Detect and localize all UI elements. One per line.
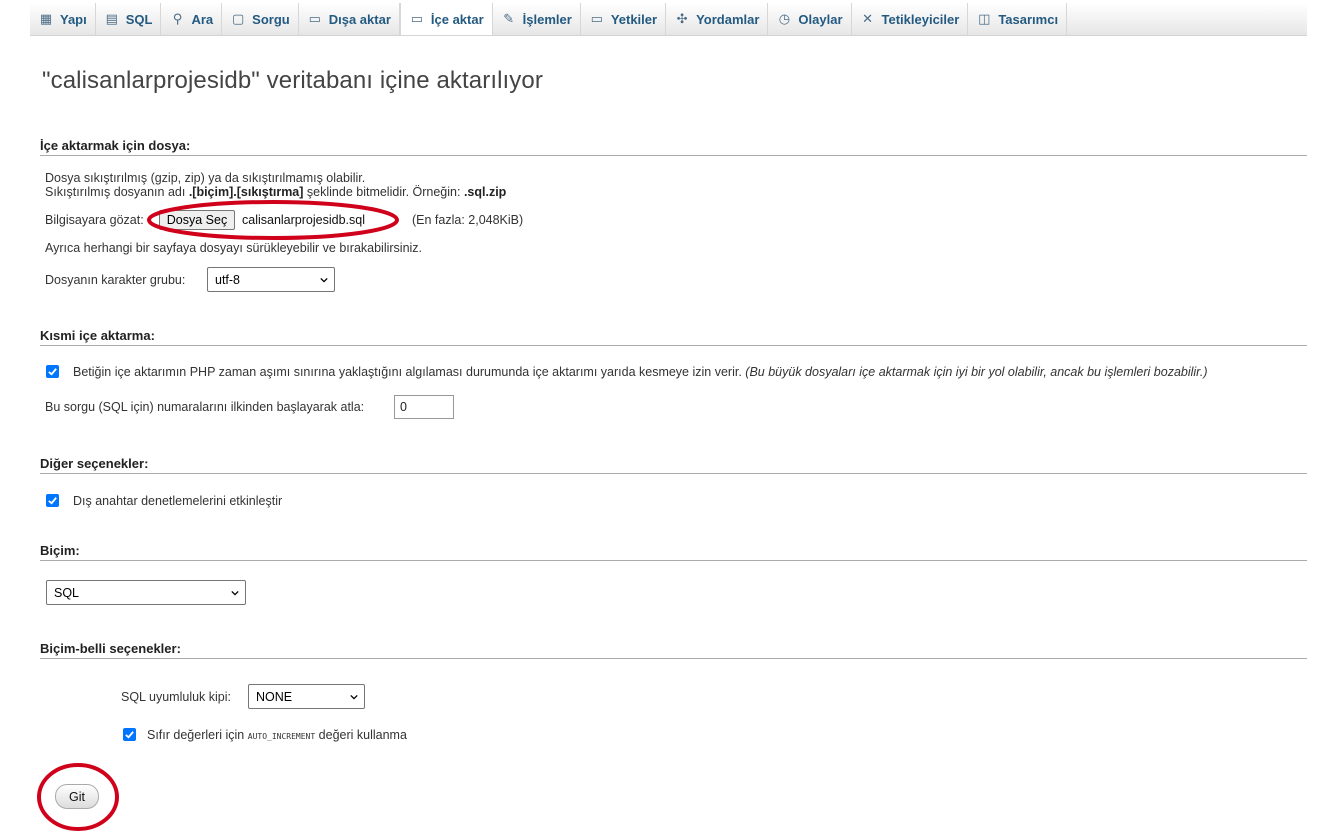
tab-label: İşlemler xyxy=(522,11,572,27)
export-icon: ▭ xyxy=(308,11,321,26)
page-title: "calisanlarprojesidb" veritabanı içine a… xyxy=(42,67,543,94)
compat-mode-value: NONE xyxy=(256,689,293,704)
compression-info: Dosya sıkıştırılmış (gzip, zip) ya da sı… xyxy=(45,171,366,185)
charset-select[interactable]: utf-8 xyxy=(207,267,335,292)
chevron-down-icon xyxy=(320,277,328,283)
designer-icon: ◫ xyxy=(978,11,991,26)
tab-sql[interactable]: ▤ SQL xyxy=(96,3,162,35)
allow-interrupt-checkbox[interactable] xyxy=(46,365,59,378)
naming-format: .[biçim].[sıkıştırma] xyxy=(188,185,304,199)
tab-wrench[interactable]: ✎ İşlemler xyxy=(493,3,581,35)
tab-label: Yapı xyxy=(60,11,87,27)
import-icon: ▭ xyxy=(410,11,424,26)
charset-label: Dosyanın karakter grubu: xyxy=(45,273,186,287)
drag-drop-hint: Ayrıca herhangi bir sayfaya dosyayı sürü… xyxy=(45,241,423,255)
skip-queries-label: Bu sorgu (SQL için) numaralarını ilkinde… xyxy=(45,400,365,414)
compression-naming-info: Sıkıştırılmış dosyanın adı .[biçim].[sık… xyxy=(45,185,506,199)
no-auto-value-zero-checkbox[interactable] xyxy=(123,728,136,741)
checkmark-icon xyxy=(48,368,57,376)
tab-clock[interactable]: ◷ Olaylar xyxy=(768,3,852,35)
foreign-key-label: Dış anahtar denetlemelerini etkinleştir xyxy=(73,494,283,508)
allow-interrupt-label: Betiğin içe aktarımın PHP zaman aşımı sı… xyxy=(73,365,1208,379)
privileges-icon: ▭ xyxy=(590,11,603,26)
chosen-file-name: calisanlarprojesidb.sql xyxy=(242,213,365,227)
foreign-key-checkbox[interactable] xyxy=(46,494,59,507)
format-options-section-title: Biçim-belli seçenekler: xyxy=(40,641,1307,659)
chevron-down-icon xyxy=(350,694,358,700)
tab-label: Dışa aktar xyxy=(328,11,391,27)
format-select[interactable]: SQL xyxy=(46,580,246,605)
tab-label: Sorgu xyxy=(252,11,290,27)
tab-label: SQL xyxy=(125,11,153,27)
auto-inc-text-2: değeri kullanma xyxy=(318,728,407,742)
tab-bar: ▦ Yapı ▤ SQL ⚲ Ara ▢ Sorgu ▭ Dışa aktar ▭ İçe aktar… xyxy=(30,3,1307,36)
choose-file-button[interactable]: Dosya Seç xyxy=(159,210,235,230)
tab-privileges[interactable]: ▭ Yetkiler xyxy=(581,3,667,35)
structure-icon: ▦ xyxy=(39,11,53,26)
tab-designer[interactable]: ◫ Tasarımcı xyxy=(968,3,1068,35)
tab-label: Ara xyxy=(191,11,214,27)
checkmark-icon xyxy=(125,731,134,739)
max-upload-size: (En fazla: 2,048KiB) xyxy=(412,213,524,227)
no-auto-value-zero-label: Sıfır değerleri için AUTO_INCREMENT değe… xyxy=(147,728,407,742)
checkmark-icon xyxy=(48,497,57,505)
allow-interrupt-text: Betiğin içe aktarımın PHP zaman aşımı sı… xyxy=(73,365,742,379)
partial-section-title: Kısmi içe aktarma: xyxy=(40,328,1307,346)
tab-query[interactable]: ▢ Sorgu xyxy=(222,3,299,35)
tab-import[interactable]: ▭ İçe aktar xyxy=(399,3,493,35)
routines-icon: ✣ xyxy=(676,11,688,26)
tab-label: Yordamlar xyxy=(696,11,760,27)
format-value: SQL xyxy=(54,585,80,600)
auto-inc-code: AUTO_INCREMENT xyxy=(247,732,316,741)
tab-label: Olaylar xyxy=(798,11,843,27)
skip-queries-input[interactable]: 0 xyxy=(394,395,454,419)
annotation-overlay xyxy=(37,200,399,831)
tab-label: Tasarımcı xyxy=(998,11,1059,27)
allow-interrupt-note: (Bu büyük dosyaları içe aktarmak için iy… xyxy=(745,365,1208,379)
wrench-icon: ✎ xyxy=(503,11,515,26)
query-icon: ▢ xyxy=(232,11,245,26)
compat-mode-select[interactable]: NONE xyxy=(248,684,365,709)
naming-text-2: şeklinde bitmelidir. Örneğin: xyxy=(303,185,464,199)
compat-mode-label: SQL uyumluluk kipi: xyxy=(121,690,231,704)
clock-icon: ◷ xyxy=(778,11,791,26)
tab-routines[interactable]: ✣ Yordamlar xyxy=(666,3,769,35)
triggers-icon: ✕ xyxy=(862,11,873,26)
file-section-title: İçe aktarmak için dosya: xyxy=(40,138,1307,156)
tab-export[interactable]: ▭ Dışa aktar xyxy=(299,3,400,35)
chevron-down-icon xyxy=(231,590,239,596)
tab-structure[interactable]: ▦ Yapı xyxy=(30,3,96,35)
auto-inc-text: Sıfır değerleri için xyxy=(147,728,245,742)
tab-label: İçe aktar xyxy=(430,11,484,27)
tab-label: Yetkiler xyxy=(610,11,658,27)
browse-label: Bilgisayara gözat: xyxy=(45,213,144,227)
naming-text: Sıkıştırılmış dosyanın adı xyxy=(45,185,189,199)
other-section-title: Diğer seçenekler: xyxy=(40,456,1307,474)
go-button[interactable]: Git xyxy=(55,784,99,809)
naming-example: .sql.zip xyxy=(463,185,507,199)
format-section-title: Biçim: xyxy=(40,543,1307,561)
search-icon: ⚲ xyxy=(172,11,183,26)
sql-icon: ▤ xyxy=(105,11,118,26)
charset-value: utf-8 xyxy=(215,272,241,287)
tab-search[interactable]: ⚲ Ara xyxy=(161,3,223,35)
tab-triggers[interactable]: ✕ Tetikleyiciler xyxy=(852,3,969,35)
tab-label: Tetikleyiciler xyxy=(881,11,960,27)
